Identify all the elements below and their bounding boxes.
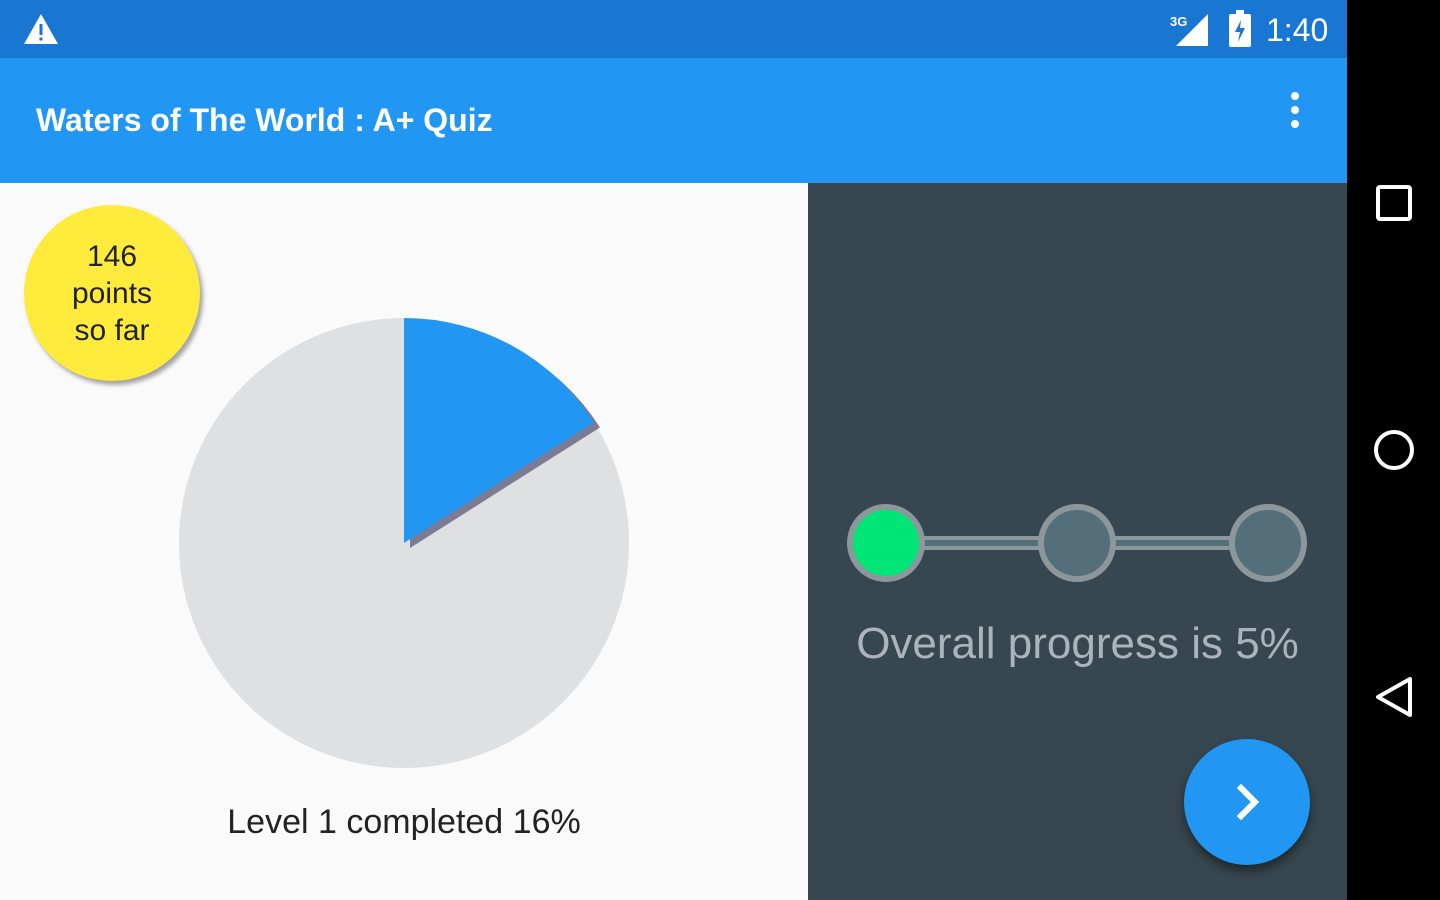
progress-step-3 — [1229, 504, 1307, 582]
app-bar: Waters of The World : A+ Quiz — [0, 58, 1347, 183]
home-icon[interactable] — [1369, 425, 1419, 475]
network-label: 3G — [1170, 14, 1187, 29]
more-vert-icon[interactable] — [1280, 88, 1310, 132]
overall-panel: Overall progress is 5% — [808, 183, 1347, 900]
system-nav-bar — [1347, 0, 1440, 900]
overall-progress-stepper — [847, 504, 1307, 582]
points-label: points — [71, 276, 153, 310]
signal-icon: 3G — [1170, 14, 1208, 46]
level-panel: 146 points so far Level 1 completed 16% — [0, 183, 808, 900]
level-pie-chart — [178, 317, 630, 769]
battery-charging-icon — [1229, 10, 1251, 47]
recents-icon[interactable] — [1369, 178, 1419, 228]
level-progress-caption: Level 1 completed 16% — [227, 803, 581, 841]
back-icon[interactable] — [1369, 672, 1419, 722]
chevron-right-icon — [1236, 783, 1260, 821]
progress-step-1 — [847, 504, 925, 582]
overall-progress-caption: Overall progress is 5% — [856, 619, 1299, 668]
progress-step-2 — [1038, 504, 1116, 582]
next-button[interactable] — [1184, 739, 1310, 865]
points-badge: 146 points so far — [24, 205, 200, 381]
status-clock: 1:40 — [1266, 12, 1329, 48]
warning-icon — [24, 14, 58, 44]
app-title: Waters of The World : A+ Quiz — [36, 102, 493, 138]
status-bar: 3G 1:40 — [0, 0, 1347, 58]
points-suffix: so far — [74, 313, 150, 347]
points-value: 146 — [86, 239, 138, 273]
